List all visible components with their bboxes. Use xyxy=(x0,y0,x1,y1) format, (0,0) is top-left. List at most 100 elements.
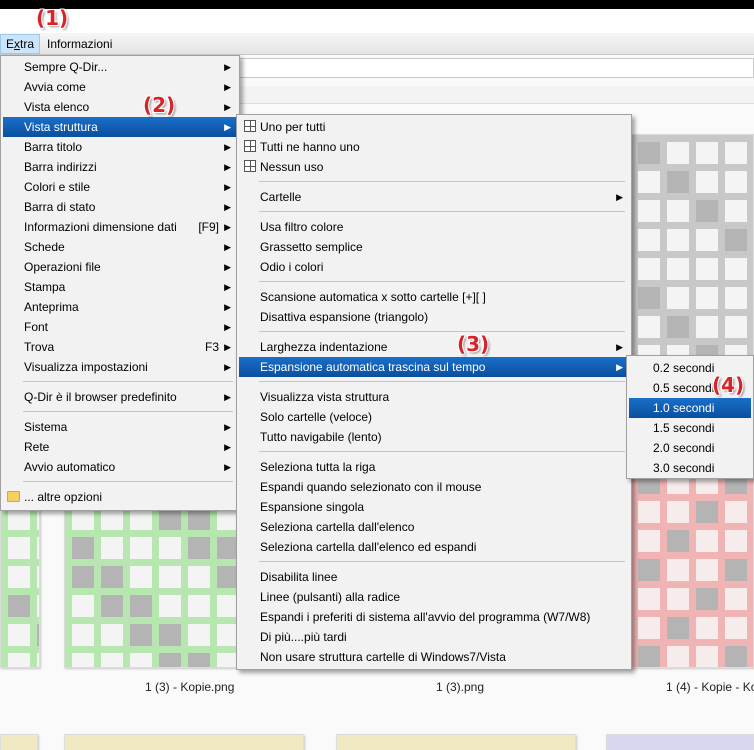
menu-item-label: Schede xyxy=(24,240,65,254)
submenu-arrow-icon: ▶ xyxy=(224,182,231,192)
thumbnail-cell xyxy=(667,229,689,251)
file-label-3[interactable]: 1 (4) - Kopie - Ko xyxy=(666,680,754,694)
menu-item-label: Anteprima xyxy=(24,300,79,314)
menu-item-di-piu-piu-tardi[interactable]: Di più....più tardi xyxy=(239,627,629,647)
thumbnail-cell xyxy=(37,566,39,588)
submenu-arrow-icon: ▶ xyxy=(224,62,231,72)
menu-item-linee-pulsanti-alla-radice[interactable]: Linee (pulsanti) alla radice xyxy=(239,587,629,607)
menu-item-cartelle[interactable]: Cartelle ▶ xyxy=(239,187,629,207)
menu-item-espandi-quando-selezionato-con-il-mouse[interactable]: Espandi quando selezionato con il mouse xyxy=(239,477,629,497)
menu-item-label: Seleziona tutta la riga xyxy=(260,460,376,474)
thumbnail-cell xyxy=(130,595,152,617)
menu-item-label: ... altre opzioni xyxy=(24,490,103,504)
menu-item-tutti-ne-hanno-uno[interactable]: Tutti ne hanno uno xyxy=(239,137,629,157)
menu-item-label: Avvia come xyxy=(24,80,86,94)
menu-item-barra-di-stato[interactable]: Barra di stato ▶ xyxy=(3,197,237,217)
thumbnail-cell xyxy=(696,588,718,610)
thumbnail-row2-left[interactable] xyxy=(0,734,38,750)
menu-item-seleziona-cartella-dall-elenco-ed-espand[interactable]: Seleziona cartella dall'elenco ed espand… xyxy=(239,537,629,557)
menu-item-schede[interactable]: Schede ▶ xyxy=(3,237,237,257)
thumbnail-row2-c[interactable] xyxy=(606,734,754,750)
menu-item-visualizza-vista-struttura[interactable]: Visualizza vista struttura xyxy=(239,387,629,407)
thumbnail-cell xyxy=(159,537,181,559)
menu-item-visualizza-impostazioni[interactable]: Visualizza impostazioni ▶ xyxy=(3,357,237,377)
menu-item-disattiva-espansione-triangolo[interactable]: Disattiva espansione (triangolo) xyxy=(239,307,629,327)
thumbnail-cell xyxy=(37,653,39,667)
menu-item-1-5-secondi[interactable]: 1.5 secondi xyxy=(629,418,751,438)
thumbnail-cell xyxy=(725,316,747,338)
thumbnail-cell xyxy=(638,501,660,523)
file-label-2[interactable]: 1 (3).png xyxy=(436,680,484,694)
thumbnail-row2-b[interactable] xyxy=(336,734,576,750)
menu-item-label: Scansione automatica x sotto cartelle [+… xyxy=(260,290,486,304)
menu-item-informazioni-dimensione-dati[interactable]: Informazioni dimensione dati [F9] ▶ xyxy=(3,217,237,237)
thumbnail-cell xyxy=(725,200,747,222)
thumbnail-cell xyxy=(696,501,718,523)
menu-item-stampa[interactable]: Stampa ▶ xyxy=(3,277,237,297)
thumbnail-1-3-kopie[interactable] xyxy=(64,500,240,668)
menu-item-grassetto-semplice[interactable]: Grassetto semplice xyxy=(239,237,629,257)
thumbnail-cell xyxy=(667,200,689,222)
menu-item-1-0-secondi[interactable]: 1.0 secondi xyxy=(629,398,751,418)
thumbnail-cell xyxy=(696,287,718,309)
menu-item-barra-titolo[interactable]: Barra titolo ▶ xyxy=(3,137,237,157)
menu-item-q-dir-e-il-browser-predefinito[interactable]: Q-Dir è il browser predefinito ▶ xyxy=(3,387,237,407)
submenu-arrow-icon: ▶ xyxy=(224,322,231,332)
menu-item-anteprima[interactable]: Anteprima ▶ xyxy=(3,297,237,317)
menu-item-uno-per-tutti[interactable]: Uno per tutti xyxy=(239,117,629,137)
tree-view-submenu: Uno per tutti Tutti ne hanno uno Nessun us… xyxy=(236,114,632,670)
menu-item-non-usare-struttura-cartelle-di-windows7[interactable]: Non usare struttura cartelle di Windows7… xyxy=(239,647,629,667)
menu-item-label: Seleziona cartella dall'elenco xyxy=(260,520,415,534)
menu-item-larghezza-indentazione[interactable]: Larghezza indentazione ▶ xyxy=(239,337,629,357)
menu-item-avvio-automatico[interactable]: Avvio automatico ▶ xyxy=(3,457,237,477)
menu-item-tutto-navigabile-lento[interactable]: Tutto navigabile (lento) xyxy=(239,427,629,447)
menu-item-sempre-q-dir[interactable]: Sempre Q-Dir... ▶ xyxy=(3,57,237,77)
thumbnail-left[interactable] xyxy=(0,500,40,668)
thumbnail-cell xyxy=(667,646,689,667)
menu-item-font[interactable]: Font ▶ xyxy=(3,317,237,337)
menu-informazioni[interactable]: Informazioni xyxy=(42,34,117,54)
menu-separator xyxy=(259,381,625,382)
menu-item-avvia-come[interactable]: Avvia come ▶ xyxy=(3,77,237,97)
grid-icon xyxy=(244,140,256,152)
menu-item-espandi-i-preferiti-di-sistema-all-avvio[interactable]: Espandi i preferiti di sistema all'avvio… xyxy=(239,607,629,627)
thumbnail-cell xyxy=(638,559,660,581)
menu-item-espansione-singola[interactable]: Espansione singola xyxy=(239,497,629,517)
menu-item-rete[interactable]: Rete ▶ xyxy=(3,437,237,457)
menu-item-altre-opzioni[interactable]: ... altre opzioni xyxy=(3,487,237,507)
menu-item-label: Espandi i preferiti di sistema all'avvio… xyxy=(260,610,591,624)
menu-item-espansione-automatica-trascina-sul-tempo[interactable]: Espansione automatica trascina sul tempo… xyxy=(239,357,629,377)
thumbnail-cell xyxy=(8,595,30,617)
menu-item-odio-i-colori[interactable]: Odio i colori xyxy=(239,257,629,277)
menu-item-scansione-automatica-x-sotto-cartelle[interactable]: Scansione automatica x sotto cartelle [+… xyxy=(239,287,629,307)
menu-item-colori-e-stile[interactable]: Colori e stile ▶ xyxy=(3,177,237,197)
menu-item-sistema[interactable]: Sistema ▶ xyxy=(3,417,237,437)
menu-item-disabilita-linee[interactable]: Disabilita linee xyxy=(239,567,629,587)
menu-item-label: Espansione singola xyxy=(260,500,365,514)
file-label-1[interactable]: 1 (3) - Kopie.png xyxy=(145,680,234,694)
thumbnail-cell xyxy=(638,646,660,667)
menu-item-vista-elenco[interactable]: Vista elenco ▶ xyxy=(3,97,237,117)
menu-item-label: Uno per tutti xyxy=(260,120,326,134)
thumbnail-cell xyxy=(696,559,718,581)
menu-item-vista-struttura[interactable]: Vista struttura ▶ xyxy=(3,117,237,137)
menu-item-barra-indirizzi[interactable]: Barra indirizzi ▶ xyxy=(3,157,237,177)
thumbnail-cell xyxy=(667,559,689,581)
menu-item-seleziona-cartella-dall-elenco[interactable]: Seleziona cartella dall'elenco xyxy=(239,517,629,537)
menu-item-label: Disabilita linee xyxy=(260,570,338,584)
menu-item-2-0-secondi[interactable]: 2.0 secondi xyxy=(629,438,751,458)
address-bar[interactable] xyxy=(236,58,754,78)
menu-item-label: Font xyxy=(24,320,49,334)
thumbnail-row2-a[interactable] xyxy=(64,734,304,750)
menu-item-nessun-uso[interactable]: Nessun uso xyxy=(239,157,629,177)
menu-item-solo-cartelle-veloce[interactable]: Solo cartelle (veloce) xyxy=(239,407,629,427)
menu-item-trova[interactable]: Trova F3 ▶ xyxy=(3,337,237,357)
menu-item-label: Q-Dir è il browser predefinito xyxy=(24,390,177,404)
menu-item-seleziona-tutta-la-riga[interactable]: Seleziona tutta la riga xyxy=(239,457,629,477)
menu-item-operazioni-file[interactable]: Operazioni file ▶ xyxy=(3,257,237,277)
menu-separator xyxy=(259,331,625,332)
menu-item-usa-filtro-colore[interactable]: Usa filtro colore xyxy=(239,217,629,237)
menu-extra[interactable]: Extra xyxy=(0,34,41,54)
menu-item-3-0-secondi[interactable]: 3.0 secondi xyxy=(629,458,751,478)
menu-item-label: 1.5 secondi xyxy=(653,421,715,435)
